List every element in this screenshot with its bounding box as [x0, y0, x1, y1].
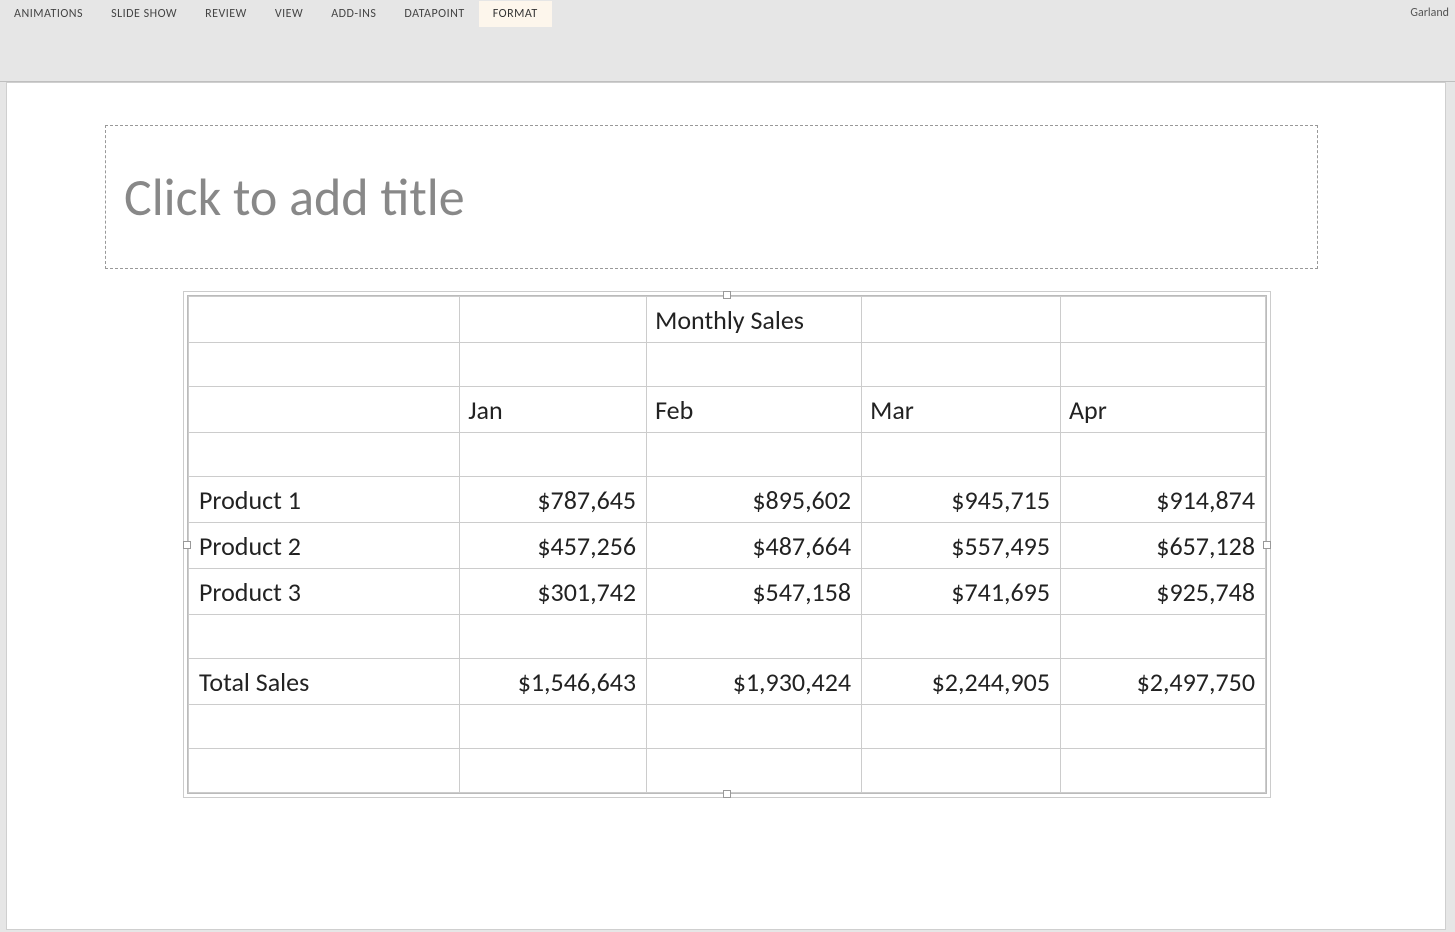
table-cell[interactable]	[862, 749, 1061, 793]
table-cell[interactable]	[460, 297, 647, 343]
total-value[interactable]: $1,546,643	[460, 659, 647, 705]
table-cell[interactable]	[189, 297, 460, 343]
table-cell[interactable]	[647, 705, 862, 749]
title-placeholder[interactable]: Click to add title	[105, 125, 1318, 269]
row-label[interactable]: Product 3	[189, 569, 460, 615]
table-cell[interactable]	[460, 343, 647, 387]
table-cell[interactable]	[189, 343, 460, 387]
month-mar[interactable]: Mar	[862, 387, 1061, 433]
tab-add-ins[interactable]: ADD-INS	[317, 1, 390, 27]
total-value[interactable]: $1,930,424	[647, 659, 862, 705]
row-label[interactable]: Product 1	[189, 477, 460, 523]
tab-datapoint[interactable]: DATAPOINT	[390, 1, 478, 27]
ribbon-area	[0, 28, 1455, 82]
table-cell[interactable]	[189, 387, 460, 433]
table-cell[interactable]	[1061, 343, 1266, 387]
cell-value[interactable]: $741,695	[862, 569, 1061, 615]
cell-value[interactable]: $895,602	[647, 477, 862, 523]
cell-value[interactable]: $557,495	[862, 523, 1061, 569]
table-cell[interactable]	[862, 297, 1061, 343]
ribbon-tabs: ANIMATIONS SLIDE SHOW REVIEW VIEW ADD-IN…	[0, 0, 1455, 28]
resize-handle-left[interactable]	[183, 541, 191, 549]
table-cell[interactable]	[647, 343, 862, 387]
resize-handle-right[interactable]	[1263, 541, 1271, 549]
table-cell[interactable]	[189, 615, 460, 659]
table-cell[interactable]	[862, 343, 1061, 387]
table-cell[interactable]	[862, 705, 1061, 749]
table-cell[interactable]	[460, 705, 647, 749]
cell-value[interactable]: $657,128	[1061, 523, 1266, 569]
table-cell[interactable]	[1061, 433, 1266, 477]
cell-value[interactable]: $945,715	[862, 477, 1061, 523]
user-name[interactable]: Garland	[1410, 6, 1449, 20]
table-cell[interactable]	[189, 749, 460, 793]
table-cell[interactable]	[1061, 615, 1266, 659]
cell-value[interactable]: $457,256	[460, 523, 647, 569]
cell-value[interactable]: $487,664	[647, 523, 862, 569]
table-row-spacer	[189, 705, 1266, 749]
tab-animations[interactable]: ANIMATIONS	[0, 1, 97, 27]
table-cell[interactable]	[862, 433, 1061, 477]
table-row-spacer	[189, 749, 1266, 793]
table-row-spacer	[189, 343, 1266, 387]
tab-review[interactable]: REVIEW	[191, 1, 261, 27]
table-cell[interactable]	[862, 615, 1061, 659]
month-jan[interactable]: Jan	[460, 387, 647, 433]
table-row-spacer	[189, 615, 1266, 659]
table-row-totals: Total Sales $1,546,643 $1,930,424 $2,244…	[189, 659, 1266, 705]
table-cell[interactable]	[1061, 297, 1266, 343]
total-value[interactable]: $2,497,750	[1061, 659, 1266, 705]
table-cell[interactable]	[460, 615, 647, 659]
table-cell[interactable]	[647, 433, 862, 477]
cell-value[interactable]: $914,874	[1061, 477, 1266, 523]
month-feb[interactable]: Feb	[647, 387, 862, 433]
table-row-heading: Monthly Sales	[189, 297, 1266, 343]
cell-value[interactable]: $547,158	[647, 569, 862, 615]
table-cell[interactable]	[647, 615, 862, 659]
slide-canvas[interactable]: Click to add title Monthly Sales	[6, 82, 1446, 930]
cell-value[interactable]: $925,748	[1061, 569, 1266, 615]
table-cell[interactable]	[1061, 705, 1266, 749]
month-apr[interactable]: Apr	[1061, 387, 1266, 433]
tab-format[interactable]: FORMAT	[479, 1, 552, 27]
sales-table[interactable]: Monthly Sales Jan Feb Mar Apr	[188, 296, 1266, 793]
total-label[interactable]: Total Sales	[189, 659, 460, 705]
table-row-spacer	[189, 433, 1266, 477]
table-row-product3: Product 3 $301,742 $547,158 $741,695 $92…	[189, 569, 1266, 615]
table-row-product1: Product 1 $787,645 $895,602 $945,715 $91…	[189, 477, 1266, 523]
slide-area: Click to add title Monthly Sales	[0, 82, 1455, 930]
title-placeholder-text: Click to add title	[124, 165, 465, 229]
table-cell[interactable]	[1061, 749, 1266, 793]
table-row-months: Jan Feb Mar Apr	[189, 387, 1266, 433]
table-cell[interactable]	[460, 749, 647, 793]
cell-value[interactable]: $301,742	[460, 569, 647, 615]
table-heading[interactable]: Monthly Sales	[647, 297, 862, 343]
tab-view[interactable]: VIEW	[261, 1, 317, 27]
resize-handle-top[interactable]	[723, 291, 731, 299]
table-cell[interactable]	[460, 433, 647, 477]
resize-handle-bottom[interactable]	[723, 790, 731, 798]
sales-table-object[interactable]: Monthly Sales Jan Feb Mar Apr	[187, 295, 1267, 794]
table-cell[interactable]	[647, 749, 862, 793]
table-cell[interactable]	[189, 705, 460, 749]
cell-value[interactable]: $787,645	[460, 477, 647, 523]
row-label[interactable]: Product 2	[189, 523, 460, 569]
table-cell[interactable]	[189, 433, 460, 477]
table-row-product2: Product 2 $457,256 $487,664 $557,495 $65…	[189, 523, 1266, 569]
tab-slide-show[interactable]: SLIDE SHOW	[97, 1, 191, 27]
total-value[interactable]: $2,244,905	[862, 659, 1061, 705]
